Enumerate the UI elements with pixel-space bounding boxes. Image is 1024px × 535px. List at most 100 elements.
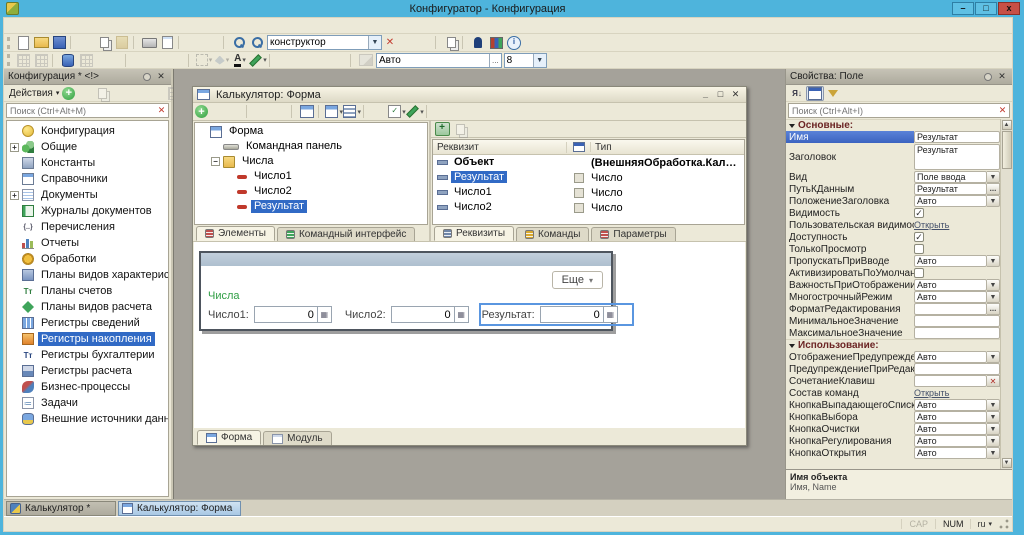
toolbar-button[interactable] bbox=[77, 35, 95, 50]
toolbar-button[interactable] bbox=[203, 35, 221, 50]
property-row[interactable]: ОтображениеПредупреждения Авто Авто▼ Авт… bbox=[786, 351, 1000, 363]
property-row[interactable]: КнопкаРегулирования Авто Авто▼ Авто... А… bbox=[786, 435, 1000, 447]
dropdown-icon[interactable]: ▼ bbox=[987, 435, 1000, 447]
menu-item[interactable] bbox=[66, 18, 80, 33]
property-value[interactable] bbox=[914, 315, 1000, 327]
resize-grip[interactable] bbox=[998, 518, 1010, 530]
global-search-input[interactable] bbox=[268, 37, 368, 49]
toolbar-button[interactable] bbox=[93, 86, 111, 101]
property-value[interactable] bbox=[914, 327, 1000, 339]
attribute-row[interactable]: Число1 Число bbox=[433, 185, 744, 200]
property-row[interactable]: Видимость ▼ ... ✕ bbox=[786, 207, 1000, 219]
toolbar-button[interactable] bbox=[433, 104, 451, 119]
tree-item[interactable]: Перечисления bbox=[7, 219, 168, 235]
minimize-icon[interactable]: _ bbox=[698, 89, 713, 101]
tree-item[interactable]: Регистры сведений bbox=[7, 315, 168, 331]
font-size-combo[interactable]: ▼ bbox=[504, 53, 547, 68]
scroll-up-icon[interactable]: ▲ bbox=[1002, 120, 1012, 130]
toolbar-button[interactable] bbox=[406, 104, 424, 119]
tree-item[interactable]: Константы bbox=[7, 155, 168, 171]
toolbar-button[interactable] bbox=[397, 35, 415, 50]
chevron-down-icon[interactable]: ▼ bbox=[368, 36, 381, 49]
toolbar-button[interactable] bbox=[70, 36, 75, 49]
property-row[interactable]: ПропускатьПриВводе Авто Авто▼ Авто... Ав… bbox=[786, 255, 1000, 267]
property-row[interactable]: Имя Результат Результат▼ Результат... Ре… bbox=[786, 131, 1000, 143]
tab[interactable]: Команды bbox=[516, 227, 589, 241]
toolbar-button[interactable] bbox=[246, 105, 251, 118]
menu-item[interactable] bbox=[52, 18, 66, 33]
configuration-search-input[interactable] bbox=[7, 106, 155, 116]
window-tab[interactable]: Калькулятор: Форма bbox=[118, 501, 241, 516]
toolbar-button[interactable] bbox=[469, 35, 487, 50]
property-value[interactable]: Результат bbox=[914, 131, 1000, 143]
field-input[interactable] bbox=[255, 307, 317, 322]
tree-item[interactable]: Журналы документов bbox=[7, 203, 168, 219]
toolbar-button[interactable] bbox=[435, 36, 440, 49]
toolbar-button[interactable] bbox=[223, 36, 228, 49]
close-icon[interactable]: ✕ bbox=[728, 89, 743, 101]
attribute-row[interactable]: Объект (ВнешняяОбработка.Калькуля... bbox=[433, 155, 744, 170]
tab[interactable]: Форма bbox=[197, 430, 261, 445]
property-row[interactable]: КнопкаВыпадающегоСписка Авто Авто▼ Авто.… bbox=[786, 399, 1000, 411]
toolbar-button[interactable] bbox=[113, 53, 123, 68]
ellipsis-button[interactable]: ... bbox=[987, 303, 1000, 315]
dropdown-icon[interactable]: ▼ bbox=[987, 351, 1000, 363]
toolbar-button[interactable] bbox=[842, 86, 860, 101]
dropdown-icon[interactable]: ▼ bbox=[987, 411, 1000, 423]
tab[interactable]: Элементы bbox=[196, 226, 275, 241]
tab[interactable]: Реквизиты bbox=[434, 226, 514, 241]
dropdown-icon[interactable]: ▼ bbox=[987, 171, 1000, 183]
scroll-thumb[interactable] bbox=[1002, 131, 1012, 169]
minimize-button[interactable]: – bbox=[952, 2, 974, 15]
tab[interactable]: Параметры bbox=[591, 227, 675, 241]
scroll-down-icon[interactable]: ▼ bbox=[1002, 458, 1012, 468]
ellipsis-button[interactable]: ... bbox=[987, 183, 1000, 195]
maximize-icon[interactable]: □ bbox=[713, 89, 728, 101]
property-row[interactable]: ВажностьПриОтображении Авто Авто▼ Авто..… bbox=[786, 279, 1000, 291]
property-row[interactable]: Заголовок Результат Результат▼ Результат… bbox=[786, 143, 1000, 171]
tree-item[interactable]: Бизнес-процессы bbox=[7, 379, 168, 395]
properties-search[interactable]: ✕ bbox=[788, 103, 1010, 118]
property-row[interactable]: МинимальноеЗначение ▼ ... ✕ bbox=[786, 315, 1000, 327]
toolbar-button[interactable] bbox=[253, 104, 271, 119]
toolbar-button[interactable] bbox=[312, 53, 330, 68]
toolbar-button[interactable] bbox=[469, 122, 487, 137]
column-header-use[interactable] bbox=[567, 142, 591, 152]
toolbar-button[interactable] bbox=[788, 86, 806, 101]
property-row[interactable]: АктивизироватьПоУмолчанию ▼ ... ✕ bbox=[786, 267, 1000, 279]
element-tree-item[interactable]: Число2 bbox=[195, 184, 427, 199]
toolbar-button[interactable] bbox=[248, 35, 266, 50]
toolbar-button[interactable] bbox=[231, 53, 249, 68]
tab[interactable]: Командный интерфейс bbox=[277, 227, 415, 241]
tree-item[interactable]: Планы видов характеристик bbox=[7, 267, 168, 283]
form-field[interactable]: Результат: ▦ bbox=[482, 306, 631, 323]
toolbar-button[interactable] bbox=[824, 86, 842, 101]
property-value[interactable]: Авто bbox=[914, 399, 987, 411]
toolbar-button[interactable] bbox=[343, 104, 361, 119]
element-tree-item[interactable]: Число1 bbox=[195, 169, 427, 184]
toolbar-button[interactable] bbox=[415, 35, 433, 50]
menu-item[interactable] bbox=[38, 18, 52, 33]
property-row[interactable]: ФорматРедактирования ▼ ... ✕ bbox=[786, 303, 1000, 315]
tree-item[interactable]: Регистры бухгалтерии bbox=[7, 347, 168, 363]
toolbar-button[interactable] bbox=[298, 104, 316, 119]
clear-button[interactable]: ✕ bbox=[987, 375, 1000, 387]
toolbar-button[interactable] bbox=[140, 35, 158, 50]
toolbar-button[interactable] bbox=[426, 105, 431, 118]
toolbar-grip[interactable] bbox=[7, 54, 11, 66]
toolbar-button[interactable] bbox=[505, 35, 523, 50]
property-row[interactable]: МаксимальноеЗначение ▼ ... ✕ bbox=[786, 327, 1000, 339]
property-checkbox[interactable] bbox=[914, 208, 924, 218]
calculator-icon[interactable]: ▦ bbox=[603, 307, 617, 322]
toolbar-button[interactable] bbox=[548, 53, 558, 68]
ellipsis-icon[interactable]: ... bbox=[489, 54, 501, 67]
property-row[interactable]: Использование: ▼ ... ✕ bbox=[786, 339, 1000, 351]
attribute-row[interactable]: Результат Число bbox=[433, 170, 744, 185]
property-row[interactable]: ТолькоПросмотр ▼ ... ✕ bbox=[786, 243, 1000, 255]
tab[interactable]: Модуль bbox=[263, 431, 331, 445]
clear-icon[interactable]: ✕ bbox=[996, 105, 1009, 116]
toolbar-button[interactable] bbox=[213, 53, 231, 68]
property-row[interactable]: ПоложениеЗаголовка Авто Авто▼ Авто... Ав… bbox=[786, 195, 1000, 207]
element-tree-item[interactable]: Числа bbox=[195, 154, 427, 169]
property-checkbox[interactable] bbox=[914, 232, 924, 242]
